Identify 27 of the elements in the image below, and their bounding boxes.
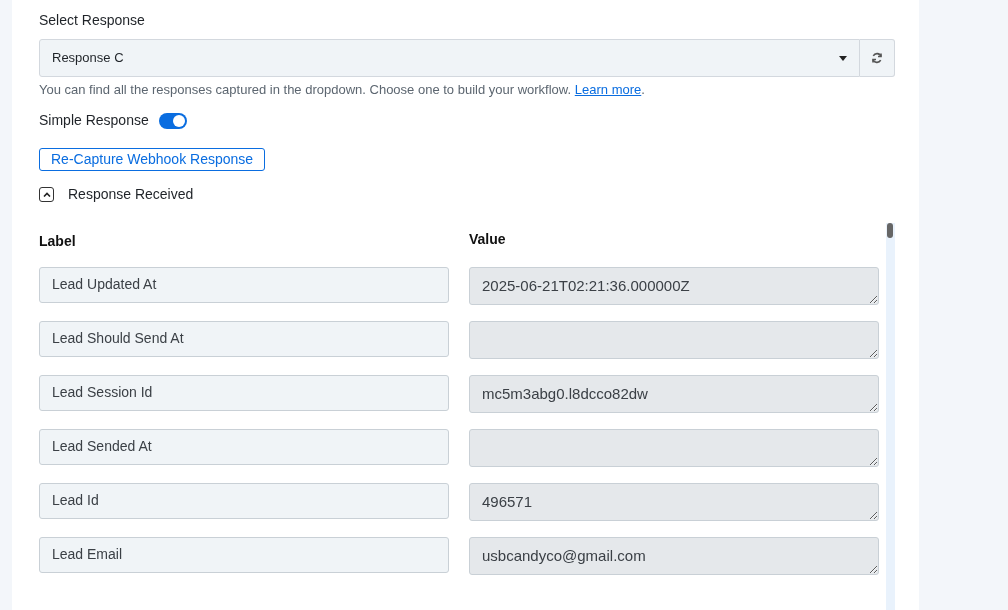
refresh-button[interactable] <box>860 39 895 77</box>
value-field[interactable]: mc5m3abg0.l8dcco82dw <box>469 375 879 413</box>
value-field[interactable]: usbcandyco@gmail.com <box>469 537 879 575</box>
label-field[interactable]: Lead Sended At <box>39 429 449 465</box>
help-text: You can find all the responses captured in the dropdown. Choose one to build your workflow. Learn more. <box>39 81 646 99</box>
label-field[interactable]: Lead Email <box>39 537 449 573</box>
recapture-button[interactable]: Re-Capture Webhook Response <box>39 148 266 171</box>
toggle-label: Simple Response <box>39 111 149 130</box>
caret-icon <box>839 55 847 61</box>
label-field[interactable]: Lead Updated At <box>39 267 449 303</box>
simple-response-toggle[interactable] <box>158 112 187 129</box>
column-header: Label <box>39 232 77 251</box>
scrollbar[interactable] <box>886 223 895 610</box>
label-field[interactable]: Lead Session Id <box>39 375 449 411</box>
refresh-icon <box>871 52 883 64</box>
collapse-toggle[interactable] <box>39 187 54 202</box>
value-field[interactable] <box>469 429 879 467</box>
response-dropdown[interactable]: Response C <box>39 39 860 77</box>
label-field[interactable]: Lead Should Send At <box>39 321 449 357</box>
chevron-up-icon <box>42 192 51 197</box>
column-header: Value <box>469 230 506 249</box>
value-field[interactable]: 496571 <box>469 483 879 521</box>
label-field[interactable]: Lead Id <box>39 483 449 519</box>
value-field[interactable] <box>469 321 879 359</box>
field-label: Select Response <box>39 11 146 30</box>
section-title: Response Received <box>68 185 194 204</box>
value-field[interactable]: 2025-06-21T02:21:36.000000Z <box>469 267 879 305</box>
